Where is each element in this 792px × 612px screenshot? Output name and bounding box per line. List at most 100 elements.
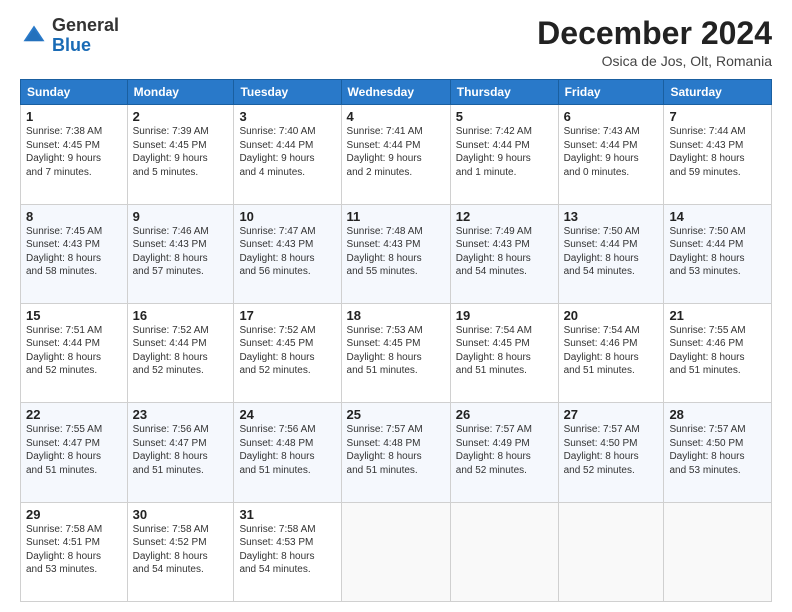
day-info: Sunrise: 7:44 AMSunset: 4:43 PMDaylight:… [669,125,766,179]
day-number: 30 [133,507,229,522]
calendar-cell: 12Sunrise: 7:49 AMSunset: 4:43 PMDayligh… [450,204,558,303]
day-info: Sunrise: 7:51 AMSunset: 4:44 PMDaylight:… [26,324,122,378]
calendar-cell: 24Sunrise: 7:56 AMSunset: 4:48 PMDayligh… [234,403,341,502]
calendar-cell: 10Sunrise: 7:47 AMSunset: 4:43 PMDayligh… [234,204,341,303]
calendar-cell [341,502,450,601]
day-info: Sunrise: 7:49 AMSunset: 4:43 PMDaylight:… [456,225,553,279]
calendar-cell [450,502,558,601]
day-number: 20 [564,308,659,323]
day-number: 21 [669,308,766,323]
day-number: 9 [133,209,229,224]
calendar-week-5: 29Sunrise: 7:58 AMSunset: 4:51 PMDayligh… [21,502,772,601]
day-info: Sunrise: 7:58 AMSunset: 4:52 PMDaylight:… [133,523,229,577]
calendar-cell: 26Sunrise: 7:57 AMSunset: 4:49 PMDayligh… [450,403,558,502]
day-number: 19 [456,308,553,323]
day-info: Sunrise: 7:48 AMSunset: 4:43 PMDaylight:… [347,225,445,279]
day-number: 28 [669,407,766,422]
calendar-cell: 8Sunrise: 7:45 AMSunset: 4:43 PMDaylight… [21,204,128,303]
day-number: 23 [133,407,229,422]
col-tuesday: Tuesday [234,80,341,105]
day-number: 14 [669,209,766,224]
calendar-cell: 3Sunrise: 7:40 AMSunset: 4:44 PMDaylight… [234,105,341,204]
col-saturday: Saturday [664,80,772,105]
calendar-cell: 6Sunrise: 7:43 AMSunset: 4:44 PMDaylight… [558,105,664,204]
day-info: Sunrise: 7:45 AMSunset: 4:43 PMDaylight:… [26,225,122,279]
calendar-cell: 30Sunrise: 7:58 AMSunset: 4:52 PMDayligh… [127,502,234,601]
calendar-cell: 25Sunrise: 7:57 AMSunset: 4:48 PMDayligh… [341,403,450,502]
day-number: 12 [456,209,553,224]
calendar-cell: 7Sunrise: 7:44 AMSunset: 4:43 PMDaylight… [664,105,772,204]
logo-blue-text: Blue [52,35,91,55]
col-wednesday: Wednesday [341,80,450,105]
day-info: Sunrise: 7:57 AMSunset: 4:48 PMDaylight:… [347,423,445,477]
day-number: 29 [26,507,122,522]
day-info: Sunrise: 7:55 AMSunset: 4:47 PMDaylight:… [26,423,122,477]
col-sunday: Sunday [21,80,128,105]
calendar-cell: 13Sunrise: 7:50 AMSunset: 4:44 PMDayligh… [558,204,664,303]
day-number: 25 [347,407,445,422]
day-info: Sunrise: 7:40 AMSunset: 4:44 PMDaylight:… [239,125,335,179]
calendar-cell: 18Sunrise: 7:53 AMSunset: 4:45 PMDayligh… [341,303,450,402]
col-monday: Monday [127,80,234,105]
logo-icon [20,22,48,50]
calendar-cell: 28Sunrise: 7:57 AMSunset: 4:50 PMDayligh… [664,403,772,502]
calendar-header-row: Sunday Monday Tuesday Wednesday Thursday… [21,80,772,105]
title-block: December 2024 Osica de Jos, Olt, Romania [537,16,772,69]
calendar-cell: 22Sunrise: 7:55 AMSunset: 4:47 PMDayligh… [21,403,128,502]
day-number: 1 [26,109,122,124]
calendar-cell: 27Sunrise: 7:57 AMSunset: 4:50 PMDayligh… [558,403,664,502]
day-info: Sunrise: 7:58 AMSunset: 4:51 PMDaylight:… [26,523,122,577]
day-info: Sunrise: 7:54 AMSunset: 4:45 PMDaylight:… [456,324,553,378]
day-number: 2 [133,109,229,124]
day-info: Sunrise: 7:42 AMSunset: 4:44 PMDaylight:… [456,125,553,179]
day-info: Sunrise: 7:43 AMSunset: 4:44 PMDaylight:… [564,125,659,179]
calendar-week-1: 1Sunrise: 7:38 AMSunset: 4:45 PMDaylight… [21,105,772,204]
calendar-cell: 5Sunrise: 7:42 AMSunset: 4:44 PMDaylight… [450,105,558,204]
day-number: 26 [456,407,553,422]
calendar-cell: 4Sunrise: 7:41 AMSunset: 4:44 PMDaylight… [341,105,450,204]
calendar-cell [558,502,664,601]
day-number: 27 [564,407,659,422]
col-thursday: Thursday [450,80,558,105]
day-number: 16 [133,308,229,323]
header: General Blue December 2024 Osica de Jos,… [20,16,772,69]
logo: General Blue [20,16,119,56]
calendar-cell: 17Sunrise: 7:52 AMSunset: 4:45 PMDayligh… [234,303,341,402]
calendar-week-2: 8Sunrise: 7:45 AMSunset: 4:43 PMDaylight… [21,204,772,303]
calendar-cell: 29Sunrise: 7:58 AMSunset: 4:51 PMDayligh… [21,502,128,601]
day-number: 15 [26,308,122,323]
calendar-cell: 21Sunrise: 7:55 AMSunset: 4:46 PMDayligh… [664,303,772,402]
calendar-cell [664,502,772,601]
day-number: 5 [456,109,553,124]
calendar-table: Sunday Monday Tuesday Wednesday Thursday… [20,79,772,602]
day-info: Sunrise: 7:47 AMSunset: 4:43 PMDaylight:… [239,225,335,279]
day-number: 18 [347,308,445,323]
calendar-cell: 20Sunrise: 7:54 AMSunset: 4:46 PMDayligh… [558,303,664,402]
col-friday: Friday [558,80,664,105]
day-info: Sunrise: 7:46 AMSunset: 4:43 PMDaylight:… [133,225,229,279]
day-number: 24 [239,407,335,422]
day-info: Sunrise: 7:50 AMSunset: 4:44 PMDaylight:… [669,225,766,279]
location: Osica de Jos, Olt, Romania [537,53,772,69]
day-info: Sunrise: 7:55 AMSunset: 4:46 PMDaylight:… [669,324,766,378]
page: General Blue December 2024 Osica de Jos,… [0,0,792,612]
day-info: Sunrise: 7:53 AMSunset: 4:45 PMDaylight:… [347,324,445,378]
month-title: December 2024 [537,16,772,51]
calendar-cell: 23Sunrise: 7:56 AMSunset: 4:47 PMDayligh… [127,403,234,502]
calendar-cell: 9Sunrise: 7:46 AMSunset: 4:43 PMDaylight… [127,204,234,303]
calendar-cell: 14Sunrise: 7:50 AMSunset: 4:44 PMDayligh… [664,204,772,303]
day-number: 11 [347,209,445,224]
day-number: 31 [239,507,335,522]
logo-general-text: General [52,15,119,35]
day-info: Sunrise: 7:39 AMSunset: 4:45 PMDaylight:… [133,125,229,179]
calendar-cell: 1Sunrise: 7:38 AMSunset: 4:45 PMDaylight… [21,105,128,204]
day-info: Sunrise: 7:50 AMSunset: 4:44 PMDaylight:… [564,225,659,279]
day-info: Sunrise: 7:38 AMSunset: 4:45 PMDaylight:… [26,125,122,179]
logo-text: General Blue [52,16,119,56]
day-number: 3 [239,109,335,124]
day-info: Sunrise: 7:56 AMSunset: 4:48 PMDaylight:… [239,423,335,477]
calendar-cell: 2Sunrise: 7:39 AMSunset: 4:45 PMDaylight… [127,105,234,204]
day-info: Sunrise: 7:56 AMSunset: 4:47 PMDaylight:… [133,423,229,477]
day-info: Sunrise: 7:52 AMSunset: 4:45 PMDaylight:… [239,324,335,378]
day-number: 7 [669,109,766,124]
